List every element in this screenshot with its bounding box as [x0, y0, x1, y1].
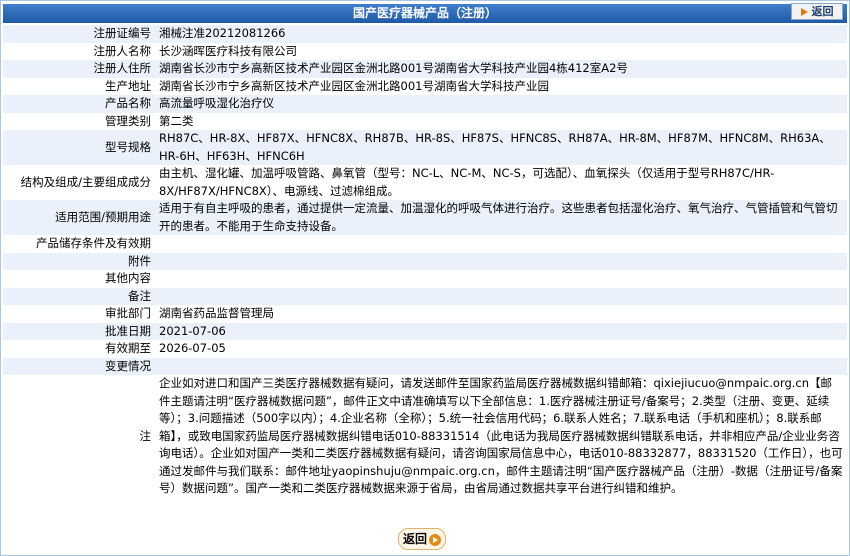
row-label: 注册证编号 [3, 25, 155, 43]
row-value: 高流量呼吸湿化治疗仪 [155, 95, 847, 113]
table-row: 型号规格 RH87C、HR-8X、HF87X、HFNC8X、RH87B、HR-8S… [3, 130, 847, 165]
row-label: 批准日期 [3, 322, 155, 340]
row-value: 由主机、湿化罐、加温呼吸管路、鼻氧管（型号：NC-L、NC-M、NC-S，可选配… [155, 165, 847, 200]
table-row: 注册人名称 长沙涵晖医疗科技有限公司 [3, 42, 847, 60]
row-label: 注册人名称 [3, 42, 155, 60]
row-value: 湖南省长沙市宁乡高新区技术产业园区金洲北路001号湖南省大学科技产业园4栋412… [155, 60, 847, 78]
row-label: 变更情况 [3, 357, 155, 375]
row-value [155, 252, 847, 270]
row-label: 结构及组成/主要组成成分 [3, 165, 155, 200]
table-row: 注册证编号 湘械注准20212081266 [3, 25, 847, 43]
row-label: 产品名称 [3, 95, 155, 113]
row-value: 湖南省长沙市宁乡高新区技术产业园区金洲北路001号湖南省大学科技产业园 [155, 77, 847, 95]
table-row: 有效期至 2026-07-05 [3, 340, 847, 358]
row-value [155, 287, 847, 305]
row-label: 适用范围/预期用途 [3, 200, 155, 235]
detail-panel: 国产医疗器械产品（注册） 返回 注册证编号 湘械注准20212081266 注册人… [0, 0, 850, 556]
row-label: 备注 [3, 287, 155, 305]
arrow-right-icon [800, 8, 808, 16]
row-value: 2026-07-05 [155, 340, 847, 358]
table-row: 批准日期 2021-07-06 [3, 322, 847, 340]
table-row: 适用范围/预期用途 适用于有自主呼吸的患者，通过提供一定流量、加温湿化的呼吸气体进… [3, 200, 847, 235]
row-value: 湖南省药品监督管理局 [155, 305, 847, 323]
row-value: 第二类 [155, 112, 847, 130]
info-table: 注册证编号 湘械注准20212081266 注册人名称 长沙涵晖医疗科技有限公司 注… [3, 25, 847, 498]
row-value: 适用于有自主呼吸的患者，通过提供一定流量、加温湿化的呼吸气体进行治疗。这些患者包… [155, 200, 847, 235]
table-row: 其他内容 [3, 270, 847, 288]
row-label: 注 [3, 375, 155, 498]
row-label: 管理类别 [3, 112, 155, 130]
row-value [155, 270, 847, 288]
row-label: 生产地址 [3, 77, 155, 95]
row-label: 产品储存条件及有效期 [3, 235, 155, 253]
table-row: 注册人住所 湖南省长沙市宁乡高新区技术产业园区金洲北路001号湖南省大学科技产业园… [3, 60, 847, 78]
row-value: 2021-07-06 [155, 322, 847, 340]
row-value: 湘械注准20212081266 [155, 25, 847, 43]
back-button-top-label: 返回 [811, 5, 834, 18]
row-label: 型号规格 [3, 130, 155, 165]
row-label: 附件 [3, 252, 155, 270]
back-button-bottom[interactable]: 返回 [398, 528, 446, 550]
row-label: 审批部门 [3, 305, 155, 323]
table-row: 注企业如对进口和国产三类医疗器械数据有疑问，请发送邮件至国家药监局医疗器械数据纠… [3, 375, 847, 498]
table-row: 审批部门 湖南省药品监督管理局 [3, 305, 847, 323]
row-label: 注册人住所 [3, 60, 155, 78]
table-row: 管理类别 第二类 [3, 112, 847, 130]
table-row: 生产地址 湖南省长沙市宁乡高新区技术产业园区金洲北路001号湖南省大学科技产业园 [3, 77, 847, 95]
row-value: 企业如对进口和国产三类医疗器械数据有疑问，请发送邮件至国家药监局医疗器械数据纠错… [155, 375, 847, 498]
table-row: 变更情况 [3, 357, 847, 375]
table-row: 产品名称 高流量呼吸湿化治疗仪 [3, 95, 847, 113]
play-circle-icon [429, 533, 441, 546]
back-button-bottom-label: 返回 [402, 532, 427, 546]
row-value: 长沙涵晖医疗科技有限公司 [155, 42, 847, 60]
panel-title-bar: 国产医疗器械产品（注册） [3, 4, 847, 23]
back-button-top[interactable]: 返回 [791, 3, 843, 20]
row-value: RH87C、HR-8X、HF87X、HFNC8X、RH87B、HR-8S、HF8… [155, 130, 847, 165]
table-row: 结构及组成/主要组成成分 由主机、湿化罐、加温呼吸管路、鼻氧管（型号：NC-L、N… [3, 165, 847, 200]
row-value [155, 357, 847, 375]
table-row: 备注 [3, 287, 847, 305]
panel-title: 国产医疗器械产品（注册） [352, 6, 497, 20]
table-row: 产品储存条件及有效期 [3, 235, 847, 253]
row-label: 其他内容 [3, 270, 155, 288]
row-label: 有效期至 [3, 340, 155, 358]
row-value [155, 235, 847, 253]
table-row: 附件 [3, 252, 847, 270]
